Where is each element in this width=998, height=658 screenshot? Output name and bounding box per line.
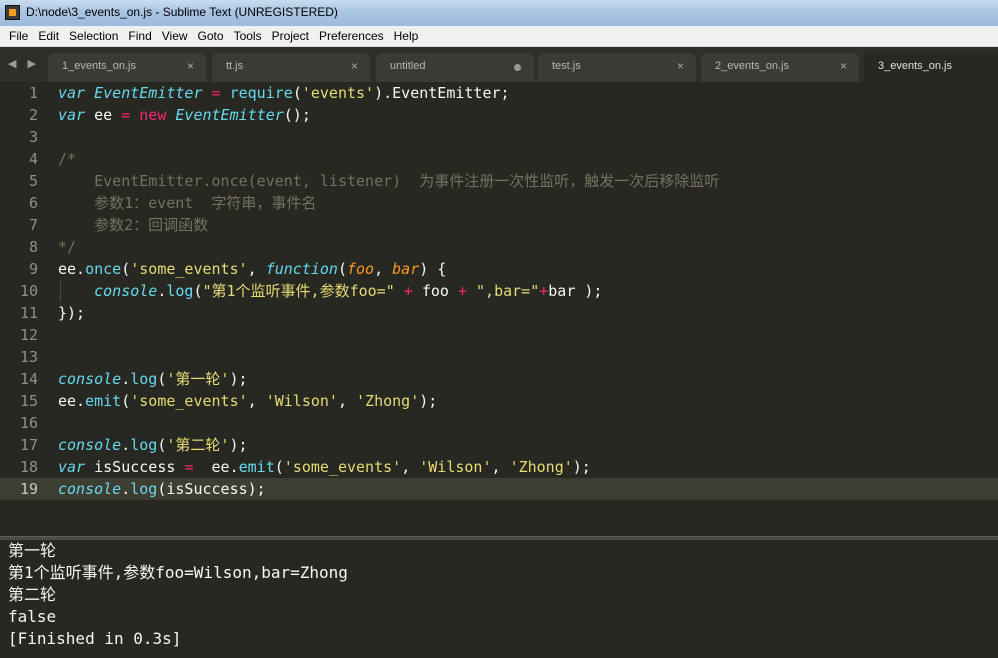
menu-help[interactable]: Help xyxy=(389,26,424,46)
tab-tt[interactable]: tt.js × xyxy=(212,53,370,82)
menu-find[interactable]: Find xyxy=(123,26,156,46)
output-line: [Finished in 0.3s] xyxy=(8,629,182,648)
output-line: 第1个监听事件,参数foo=Wilson,bar=Zhong xyxy=(8,563,348,582)
code-line: 16 xyxy=(0,412,998,434)
tab-close-icon[interactable]: × xyxy=(677,59,684,73)
code-text: /* xyxy=(58,150,77,168)
code-text: console.log("第1个监听事件,参数foo=" + foo + ",b… xyxy=(94,282,603,300)
menu-tools[interactable]: Tools xyxy=(229,26,267,46)
menu-selection[interactable]: Selection xyxy=(64,26,123,46)
code-line: 14 console.log('第一轮'); xyxy=(0,368,998,390)
line-number: 13 xyxy=(19,348,38,366)
code-text: var EventEmitter = require('events').Eve… xyxy=(58,84,510,102)
menu-edit[interactable]: Edit xyxy=(33,26,64,46)
tab-label: tt.js xyxy=(226,60,244,72)
code-line: 7 参数2：回调函数 xyxy=(0,214,998,236)
code-line: 4 /* xyxy=(0,148,998,170)
code-text: console.log('第一轮'); xyxy=(58,370,248,388)
line-number: 18 xyxy=(19,458,38,476)
code-text: ee.once('some_events', function(foo, bar… xyxy=(58,260,447,278)
code-text: EventEmitter.once(event, listener) 为事件注册… xyxy=(58,172,720,190)
code-line: 9 ee.once('some_events', function(foo, b… xyxy=(0,258,998,280)
line-number: 10 xyxy=(19,282,38,300)
menu-project[interactable]: Project xyxy=(267,26,314,46)
line-number: 15 xyxy=(19,392,38,410)
line-number: 9 xyxy=(28,260,38,278)
menu-view[interactable]: View xyxy=(157,26,193,46)
line-number: 11 xyxy=(19,304,38,322)
line-number: 2 xyxy=(28,106,38,124)
window-title: D:\node\3_events_on.js - Sublime Text (U… xyxy=(26,5,338,19)
line-number: 7 xyxy=(28,216,38,234)
code-line: 6 参数1：event 字符串，事件名 xyxy=(0,192,998,214)
line-number: 3 xyxy=(28,128,38,146)
code-line: 18 var isSuccess = ee.emit('some_events'… xyxy=(0,456,998,478)
build-output-panel[interactable]: 第一轮 第1个监听事件,参数foo=Wilson,bar=Zhong 第二轮 f… xyxy=(0,540,998,658)
tab-test[interactable]: test.js × xyxy=(538,53,696,82)
code-text: console.log('第二轮'); xyxy=(58,436,248,454)
line-number: 1 xyxy=(28,84,38,102)
line-number: 19 xyxy=(19,480,38,498)
code-line: 11 }); xyxy=(0,302,998,324)
tab-label: 2_events_on.js xyxy=(715,60,789,72)
line-number: 12 xyxy=(19,326,38,344)
code-line: 17 console.log('第二轮'); xyxy=(0,434,998,456)
code-line: 15 ee.emit('some_events', 'Wilson', 'Zho… xyxy=(0,390,998,412)
tab-close-icon[interactable]: × xyxy=(187,59,194,73)
code-line-current: 19 console.log(isSuccess); xyxy=(0,478,998,500)
menu-preferences[interactable]: Preferences xyxy=(314,26,389,46)
tab-1-events-on[interactable]: 1_events_on.js × xyxy=(48,53,206,82)
tab-label: test.js xyxy=(552,60,581,72)
code-text: console.log(isSuccess); xyxy=(58,480,266,498)
code-line: 2 var ee = new EventEmitter(); xyxy=(0,104,998,126)
code-text: var ee = new EventEmitter(); xyxy=(58,106,311,124)
menu-goto[interactable]: Goto xyxy=(193,26,229,46)
code-line: 3 xyxy=(0,126,998,148)
tab-untitled[interactable]: untitled xyxy=(376,53,534,82)
line-number: 16 xyxy=(19,414,38,432)
code-line: 8 */ xyxy=(0,236,998,258)
code-text: 参数1：event 字符串，事件名 xyxy=(58,194,317,212)
line-number: 17 xyxy=(19,436,38,454)
code-text: }); xyxy=(58,304,86,322)
code-line: 1 var EventEmitter = require('events').E… xyxy=(0,82,998,104)
code-editor[interactable]: 1 var EventEmitter = require('events').E… xyxy=(0,82,998,536)
tab-3-events-on-active[interactable]: 3_events_on.js xyxy=(864,53,998,82)
tab-close-icon[interactable]: × xyxy=(840,59,847,73)
output-line: 第二轮 xyxy=(8,585,57,604)
menu-bar: File Edit Selection Find View Goto Tools… xyxy=(0,26,998,47)
title-bar[interactable]: D:\node\3_events_on.js - Sublime Text (U… xyxy=(0,0,998,26)
output-line: 第一轮 xyxy=(8,541,57,560)
sublime-app-icon xyxy=(5,5,20,20)
code-text: var isSuccess = ee.emit('some_events', '… xyxy=(58,458,591,476)
line-number: 6 xyxy=(28,194,38,212)
tab-close-icon[interactable]: × xyxy=(351,59,358,73)
line-number: 14 xyxy=(19,370,38,388)
code-line: 12 xyxy=(0,324,998,346)
code-line: 10 console.log("第1个监听事件,参数foo=" + foo + … xyxy=(0,280,998,302)
tab-label: 3_events_on.js xyxy=(878,60,952,72)
output-line: false xyxy=(8,607,57,626)
line-number: 4 xyxy=(28,150,38,168)
line-number: 5 xyxy=(28,172,38,190)
code-text: */ xyxy=(58,238,77,256)
code-text: ee.emit('some_events', 'Wilson', 'Zhong'… xyxy=(58,392,438,410)
code-line: 5 EventEmitter.once(event, listener) 为事件… xyxy=(0,170,998,192)
tab-nav-arrows-icon[interactable]: ◀ ▶ xyxy=(8,57,40,70)
tab-bar: ◀ ▶ 1_events_on.js × tt.js × untitled te… xyxy=(0,47,998,82)
menu-file[interactable]: File xyxy=(0,26,33,46)
line-number: 8 xyxy=(28,238,38,256)
tab-2-events-on[interactable]: 2_events_on.js × xyxy=(701,53,859,82)
code-line: 13 xyxy=(0,346,998,368)
code-text: 参数2：回调函数 xyxy=(58,216,209,234)
unsaved-dot-icon[interactable] xyxy=(514,64,521,71)
tab-label: untitled xyxy=(390,60,426,72)
tab-label: 1_events_on.js xyxy=(62,60,136,72)
